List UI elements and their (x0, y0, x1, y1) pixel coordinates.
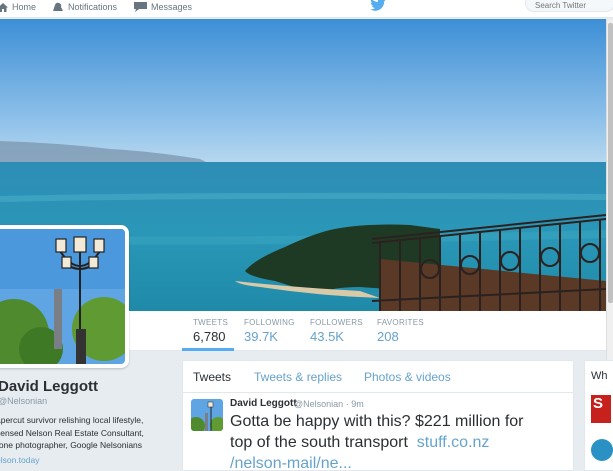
tab-photos-videos[interactable]: Photos & videos (364, 370, 451, 384)
stat-followers-value: 43.5K (310, 329, 344, 344)
tweet-text-line: Gotta be happy with this? $221 million f… (230, 413, 524, 430)
tweet-author-name[interactable]: David Leggott (230, 398, 297, 409)
bio-line: apercut survivor relishing local lifesty… (0, 415, 144, 425)
tweet-text-line: top of the south transport stuff.co.nz (230, 432, 575, 453)
profile-name: David Leggott (0, 378, 98, 395)
tweet-handle[interactable]: @Nelsonian (294, 399, 343, 409)
tweet-text: Gotta be happy with this? $221 million f… (230, 411, 575, 471)
profile-website-link[interactable]: elson.today (0, 455, 39, 465)
nav-home-label: Home (12, 2, 37, 12)
twitter-bird-icon (370, 0, 386, 11)
nav-notifications[interactable]: Notifications (52, 0, 117, 14)
scrollbar-thumb[interactable] (608, 23, 613, 303)
stat-followers-label: FOLLOWERS (310, 318, 363, 327)
tweet-author-avatar[interactable] (191, 399, 223, 431)
stat-followers[interactable]: FOLLOWERS 43.5K (310, 318, 363, 344)
tweet-link-continued[interactable]: /nelson-mail/ne... (230, 453, 575, 471)
search-input[interactable] (525, 0, 613, 12)
timeline: Tweets Tweets & replies Photos & videos … (182, 360, 574, 471)
nav-home[interactable]: Home (0, 0, 36, 14)
nav-notifications-label: Notifications (68, 2, 118, 12)
who-to-follow-title: Wh (591, 370, 608, 382)
nav-messages[interactable]: Messages (134, 0, 192, 14)
bell-icon (53, 2, 63, 11)
top-navigation-bar: Home Notifications Messages (0, 0, 613, 18)
nav-messages-label: Messages (151, 2, 193, 12)
tweet-link[interactable]: stuff.co.nz (417, 434, 490, 451)
stat-favorites[interactable]: FAVORITES 208 (377, 318, 424, 344)
tab-tweets-replies[interactable]: Tweets & replies (254, 370, 342, 384)
stat-tweets-label: TWEETS (193, 318, 229, 327)
stat-tweets-value: 6,780 (193, 329, 226, 344)
tweet-timestamp[interactable]: 9m (351, 399, 364, 409)
profile-bio: apercut survivor relishing local lifesty… (0, 414, 174, 452)
suggestion-avatar[interactable] (591, 439, 613, 461)
stat-tweets[interactable]: TWEETS 6,780 (193, 318, 228, 344)
stat-following-label: FOLLOWING (244, 318, 295, 327)
tweet-separator: · (345, 399, 349, 409)
suggestion-avatar[interactable]: S (591, 395, 611, 423)
stat-favorites-label: FAVORITES (377, 318, 425, 327)
active-stat-indicator (182, 348, 234, 351)
stat-following[interactable]: FOLLOWING 39.7K (244, 318, 295, 344)
bio-line: censed Nelson Real Estate Consultant, (0, 427, 144, 438)
tab-tweets[interactable]: Tweets (193, 370, 231, 384)
envelope-icon (134, 2, 147, 12)
who-to-follow-panel: Wh S (584, 360, 613, 471)
twitter-logo[interactable] (370, 0, 386, 16)
stat-favorites-value: 208 (377, 329, 399, 344)
profile-handle: @Nelsonian (0, 396, 48, 406)
timeline-tabs: Tweets Tweets & replies Photos & videos (183, 361, 573, 393)
avatar[interactable] (0, 225, 129, 368)
bio-line: rone photographer, Google Nelsonians (0, 440, 143, 450)
tweet-meta: @Nelsonian · 9m (294, 399, 364, 409)
home-icon (0, 2, 8, 12)
stat-following-value: 39.7K (244, 329, 278, 344)
tweet-text-fragment: top of the south transport (230, 434, 408, 451)
